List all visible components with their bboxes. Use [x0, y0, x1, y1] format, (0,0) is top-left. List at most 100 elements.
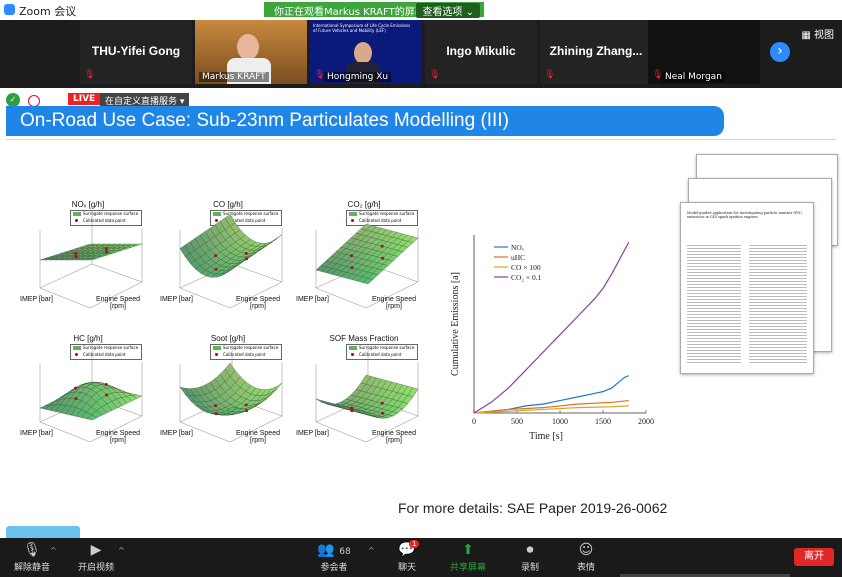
surface-plot-xlabel: IMEP [bar]: [296, 296, 329, 303]
surface-plot-ylabel: Engine Speed [rpm]: [372, 430, 416, 444]
share-screen-button[interactable]: ⬆ 共享屏幕: [438, 540, 498, 573]
legend-label: CO × 100: [511, 263, 541, 272]
series-line: [473, 241, 630, 414]
surface-plot: SOF Mass Fraction Surrogate response surf…: [296, 334, 432, 458]
calibrated-data-point: [214, 254, 218, 258]
calibrated-data-point: [350, 254, 354, 258]
participants-icon: 👥 68: [317, 542, 351, 558]
calibrated-data-point: [350, 266, 354, 270]
participants-count: 68: [339, 547, 351, 557]
mesh-cell: [271, 382, 283, 393]
surface-plot-xlabel: IMEP [bar]: [160, 430, 193, 437]
cumulative-emissions-chart: 0 500 1000 1500 2000 Time [s] Cumulative Emiss…: [448, 231, 668, 455]
x-tick-label: 2000: [638, 417, 654, 426]
calibrated-data-point: [381, 411, 385, 415]
slide-title: On-Road Use Case: Sub-23nm Particulates …: [6, 106, 724, 136]
paper-text-column: [749, 243, 807, 363]
surface-plot: CO [g/h] Surrogate response surface Calibr…: [160, 200, 296, 324]
chevron-right-icon: ›: [777, 43, 783, 59]
x-tick-label: 0: [472, 417, 476, 426]
zoom-logo-icon: [4, 4, 15, 15]
record-label: 录制: [520, 563, 539, 573]
chat-icon: 💬: [398, 542, 416, 558]
paper-thumbnails: Model-guided application for investigati…: [680, 154, 838, 374]
unmute-button[interactable]: 🎙 解除静音: [2, 540, 62, 573]
muted-mic-icon: 🎙: [429, 70, 441, 80]
calibrated-data-point: [105, 393, 109, 397]
viewing-text: 你正在观看Markus KRAFT的屏幕: [274, 7, 425, 18]
participant-video-tile[interactable]: Markus KRAFT: [195, 20, 307, 84]
participant-video-tile[interactable]: International Symposium of Life Cycle Em…: [310, 20, 422, 84]
participants-button[interactable]: 👥 68 参会者: [304, 540, 364, 573]
surface-plot: CO₂ [g/h] Surrogate response surface Calib…: [296, 200, 432, 324]
paper-text-column: [687, 243, 741, 363]
participants-options-caret[interactable]: ^: [368, 546, 375, 555]
x-axis-label: Time [s]: [529, 431, 563, 442]
shield-icon: ✓: [6, 93, 20, 107]
mesh-cell: [271, 234, 283, 243]
surface-plot: HC [g/h] Surrogate response surface Calibr…: [20, 334, 156, 458]
calibrated-data-point: [350, 409, 354, 413]
paper-page-front: Model-guided application for investigati…: [680, 202, 814, 374]
participant-tile[interactable]: Ingo Mikulic 🎙: [425, 20, 537, 84]
slide-tab[interactable]: [6, 526, 80, 538]
view-options-button[interactable]: 查看选项 ⌄: [416, 3, 480, 18]
start-video-label: 开启视频: [77, 563, 114, 573]
surface-plot-ylabel: Engine Speed [rpm]: [96, 430, 140, 444]
legend-label: CO₂ × 0.1: [511, 273, 542, 282]
calibrated-data-point: [104, 247, 108, 251]
participant-name: THU-Yifei Gong: [91, 44, 181, 58]
chat-button[interactable]: 💬 聊天: [377, 540, 437, 573]
reactions-label: 表情: [576, 563, 595, 573]
video-banner-line: of Future Vehicles and Mobility (LEF): [313, 28, 386, 33]
surface-plot-ylabel: Engine Speed [rpm]: [236, 296, 280, 310]
participants-label: 参会者: [320, 563, 348, 573]
surface-plot-xlabel: IMEP [bar]: [20, 296, 53, 303]
slide-divider: [6, 139, 836, 140]
person-avatar: [237, 34, 259, 60]
viewing-banner: 你正在观看Markus KRAFT的屏幕 查看选项 ⌄: [264, 2, 484, 18]
next-page-button[interactable]: ›: [770, 42, 790, 62]
line-chart-svg: 0 500 1000 1500 2000 Time [s] Cumulative Emiss…: [450, 235, 654, 442]
calibrated-data-point: [350, 406, 354, 410]
view-options-label: 查看选项: [422, 7, 463, 18]
video-off-icon: ▶: [90, 542, 102, 558]
live-badge[interactable]: LIVE: [68, 93, 101, 105]
surface-plot-ylabel: Engine Speed [rpm]: [236, 430, 280, 444]
calibrated-data-point: [245, 409, 249, 413]
calibrated-data-point: [214, 267, 218, 271]
surface-plot-xlabel: IMEP [bar]: [20, 430, 53, 437]
start-video-button[interactable]: ▶ 开启视频: [66, 540, 126, 573]
video-options-caret[interactable]: ^: [118, 546, 125, 555]
x-tick-label: 1500: [595, 417, 611, 426]
unmute-label: 解除静音: [13, 563, 50, 573]
calibrated-data-point: [244, 403, 248, 407]
y-axis-label: Cumulative Emissions [a]: [450, 272, 461, 376]
legend-label: NOₓ: [511, 243, 525, 252]
participant-tile[interactable]: THU-Yifei Gong 🎙: [80, 20, 192, 84]
grid-icon: ▦: [801, 30, 811, 41]
participant-tile[interactable]: Zhining Zhang... 🎙: [540, 20, 652, 84]
paper-title: Model-guided application for investigati…: [687, 211, 802, 219]
calibrated-data-point: [381, 256, 385, 260]
record-button[interactable]: ⏺ 录制: [500, 540, 560, 573]
calibrated-data-point: [74, 386, 78, 390]
view-button[interactable]: ▦ 视图: [801, 26, 834, 41]
participant-video-tile[interactable]: 🎙 Neal Morgan: [648, 20, 760, 84]
x-tick-label: 1000: [552, 417, 568, 426]
calibrated-data-point: [74, 397, 78, 401]
calibrated-data-point: [74, 255, 78, 259]
calibrated-data-point: [104, 383, 108, 387]
emoji-icon: ☺: [578, 542, 594, 558]
audio-options-caret[interactable]: ^: [50, 546, 57, 555]
calibrated-data-point: [105, 250, 109, 254]
calibrated-data-point: [74, 252, 78, 256]
leave-button[interactable]: 离开: [794, 548, 834, 566]
surface-plot-xlabel: IMEP [bar]: [296, 430, 329, 437]
calibrated-data-point: [244, 252, 248, 255]
shared-screen: ✓ LIVE 在自定义直播服务 ▾ On-Road Use Case: Sub-…: [0, 88, 842, 538]
surface-plot-grid: NOₓ [g/h] Surrogate response surface Calib…: [20, 200, 440, 460]
window-title: Zoom 会议: [19, 5, 77, 18]
share-screen-label: 共享屏幕: [449, 563, 486, 573]
reactions-button[interactable]: ☺ 表情: [556, 540, 616, 573]
